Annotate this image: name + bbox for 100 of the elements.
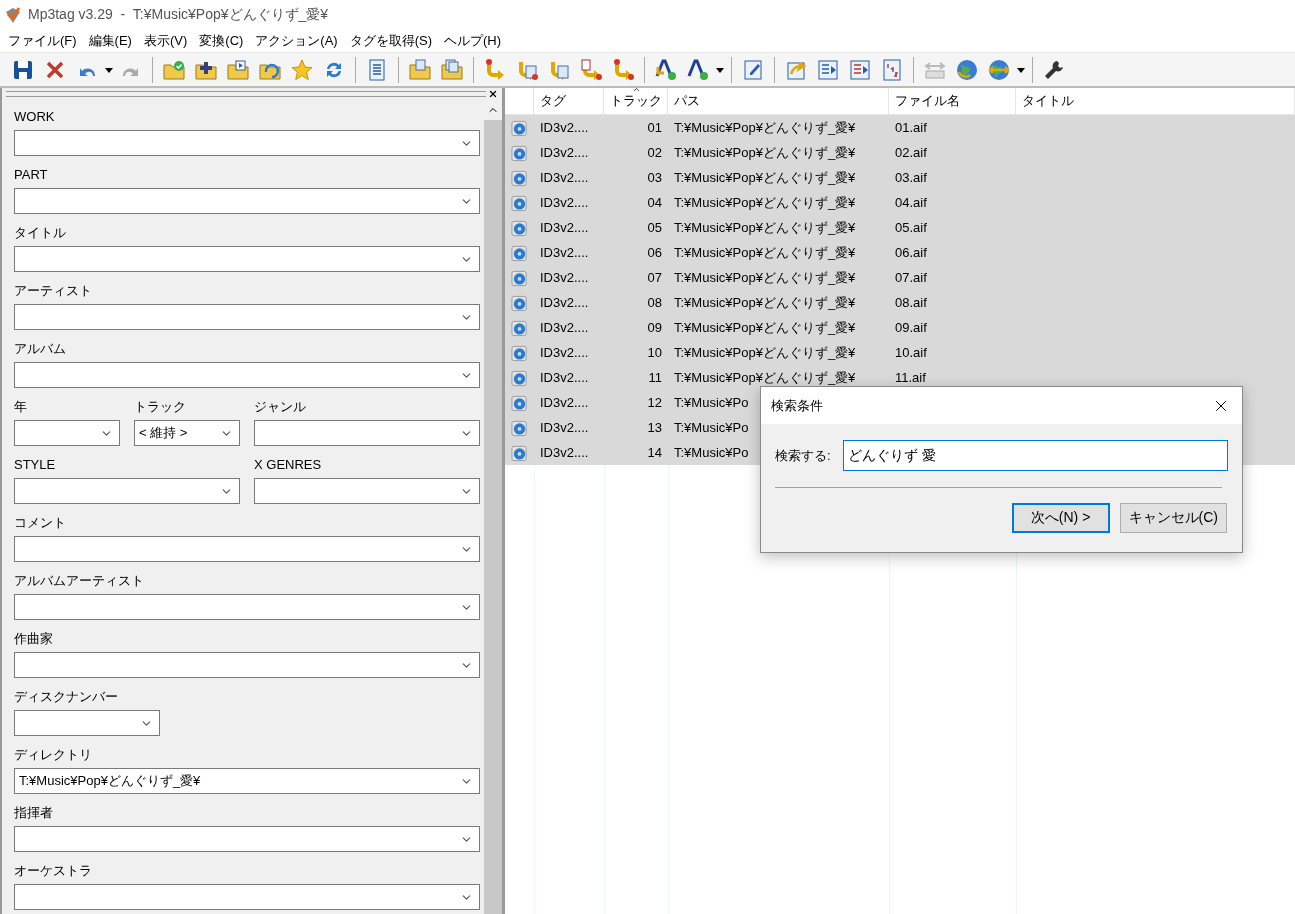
column-header[interactable]: タイトル [1016, 88, 1295, 114]
file-row[interactable]: ID3v2.... 09 T:¥Music¥Pop¥どんぐりず_愛¥ 09.aif [505, 315, 1295, 340]
file-row[interactable]: ID3v2.... 08 T:¥Music¥Pop¥どんぐりず_愛¥ 08.aif [505, 290, 1295, 315]
combo-box[interactable] [14, 652, 480, 678]
combo-box[interactable] [14, 884, 480, 910]
column-header[interactable]: トラック [604, 88, 668, 114]
audio-file-icon [511, 418, 528, 437]
combo-box[interactable] [14, 594, 480, 620]
tag-arrow-icon[interactable] [611, 57, 635, 82]
folder-copy-icon[interactable] [408, 57, 432, 82]
table-cell: ID3v2.... [540, 120, 589, 135]
field-label: アーティスト [14, 282, 93, 300]
file-row[interactable]: ID3v2.... 10 T:¥Music¥Pop¥どんぐりず_愛¥ 10.aif [505, 340, 1295, 365]
menu-item[interactable]: ファイル(F) [2, 32, 83, 50]
scrollbar[interactable] [484, 100, 502, 914]
menu-item[interactable]: タグを取得(S) [343, 32, 439, 50]
field-label: アルバムアーティスト [14, 572, 145, 590]
field-label: タイトル [14, 224, 67, 242]
field-label: ディスクナンバー [14, 688, 119, 706]
table-cell: 02.aif [895, 145, 927, 160]
menu-item[interactable]: 変換(C) [193, 32, 250, 50]
table-cell: 02 [647, 145, 662, 160]
table-cell: T:¥Music¥Po [674, 395, 749, 410]
file-row[interactable]: ID3v2.... 05 T:¥Music¥Pop¥どんぐりず_愛¥ 05.aif [505, 215, 1295, 240]
case-icon[interactable] [686, 57, 710, 82]
file-row[interactable]: ID3v2.... 03 T:¥Music¥Pop¥どんぐりず_愛¥ 03.aif [505, 165, 1295, 190]
dialog-button[interactable]: 次へ(N) > [1011, 503, 1110, 533]
case-convert-icon[interactable] [654, 57, 678, 82]
menu-item[interactable]: 表示(V) [137, 32, 194, 50]
table-cell: 11.aif [895, 370, 926, 385]
table-cell: 01 [647, 120, 662, 135]
table-cell: T:¥Music¥Pop¥どんぐりず_愛¥ [674, 293, 856, 312]
audio-file-icon [511, 393, 528, 412]
field-label: トラック [134, 398, 187, 416]
globe-icon[interactable] [955, 57, 979, 82]
combo-box[interactable] [14, 478, 240, 504]
audio-file-icon [511, 243, 528, 262]
search-label: 検索する: [775, 446, 831, 465]
playlist-icon[interactable] [816, 57, 840, 82]
globe-icon[interactable] [987, 57, 1011, 82]
table-cell: 07 [647, 270, 662, 285]
combo-box[interactable] [14, 536, 480, 562]
table-cell: 03.aif [895, 170, 927, 185]
audio-file-icon [511, 118, 528, 137]
close-icon[interactable] [488, 89, 498, 99]
table-cell: 04 [647, 195, 662, 210]
menu-item[interactable]: 編集(E) [82, 32, 138, 50]
file-row[interactable]: ID3v2.... 04 T:¥Music¥Pop¥どんぐりず_愛¥ 04.aif [505, 190, 1295, 215]
table-cell: T:¥Music¥Pop¥どんぐりず_愛¥ [674, 268, 856, 287]
combo-box[interactable] [14, 420, 120, 446]
field-label: 年 [14, 398, 28, 416]
column-header[interactable]: タグ [534, 88, 604, 114]
file-row[interactable]: ID3v2.... 01 T:¥Music¥Pop¥どんぐりず_愛¥ 01.aif [505, 115, 1295, 140]
file-row[interactable]: ID3v2.... 02 T:¥Music¥Pop¥どんぐりず_愛¥ 02.aif [505, 140, 1295, 165]
tag-arrow-icon[interactable] [579, 57, 603, 82]
column-header[interactable]: パス [668, 88, 889, 114]
menu-item[interactable]: アクション(A) [249, 32, 344, 50]
star-icon[interactable] [290, 57, 314, 82]
audio-file-icon [511, 268, 528, 287]
table-cell: ID3v2.... [540, 445, 589, 460]
numbering-icon[interactable] [880, 57, 904, 82]
combo-box[interactable] [14, 188, 480, 214]
combo-box[interactable]: < 維持 > [134, 420, 240, 446]
menu-item[interactable]: ヘルプ(H) [438, 32, 508, 50]
table-cell: T:¥Music¥Pop¥どんぐりず_愛¥ [674, 318, 856, 337]
field-label: 指揮者 [14, 804, 54, 822]
table-cell: 05.aif [895, 220, 927, 235]
combo-box[interactable]: T:¥Music¥Pop¥どんぐりず_愛¥ [14, 768, 480, 794]
column-header[interactable]: ファイル名 [889, 88, 1016, 114]
combo-box[interactable] [254, 478, 480, 504]
combo-box[interactable] [14, 130, 480, 156]
folder-play-icon[interactable] [226, 57, 250, 82]
table-cell: T:¥Music¥Pop¥どんぐりず_愛¥ [674, 343, 856, 362]
search-field[interactable]: どんぐりず 愛 [842, 440, 1228, 471]
table-cell: T:¥Music¥Pop¥どんぐりず_愛¥ [674, 118, 856, 137]
table-cell: ID3v2.... [540, 195, 589, 210]
dialog-button[interactable]: キャンセル(C) [1119, 503, 1227, 533]
file-row[interactable]: ID3v2.... 11 T:¥Music¥Pop¥どんぐりず_愛¥ 11.aif [505, 365, 1295, 390]
table-cell: ID3v2.... [540, 345, 589, 360]
combo-box[interactable] [14, 304, 480, 330]
combo-box[interactable] [14, 826, 480, 852]
audio-file-icon [511, 343, 528, 362]
table-cell: ID3v2.... [540, 370, 589, 385]
table-cell: 13 [647, 420, 662, 435]
file-row[interactable]: ID3v2.... 06 T:¥Music¥Pop¥どんぐりず_愛¥ 06.aif [505, 240, 1295, 265]
table-cell: ID3v2.... [540, 145, 589, 160]
playlist-icon[interactable] [848, 57, 872, 82]
combo-box[interactable] [14, 710, 160, 736]
file-row[interactable]: ID3v2.... 07 T:¥Music¥Pop¥どんぐりず_愛¥ 07.aif [505, 265, 1295, 290]
table-cell: 05 [647, 220, 662, 235]
combo-box[interactable] [14, 362, 480, 388]
field-label: X GENRES [254, 456, 323, 474]
combo-box[interactable] [14, 246, 480, 272]
combo-box[interactable] [254, 420, 480, 446]
table-cell: ID3v2.... [540, 420, 589, 435]
table-cell: T:¥Music¥Pop¥どんぐりず_愛¥ [674, 168, 856, 187]
folder-copy-icon[interactable] [440, 57, 464, 82]
table-cell: T:¥Music¥Pop¥どんぐりず_愛¥ [674, 368, 856, 387]
edit-icon[interactable] [741, 57, 765, 82]
field-label: オーケストラ [14, 862, 93, 880]
